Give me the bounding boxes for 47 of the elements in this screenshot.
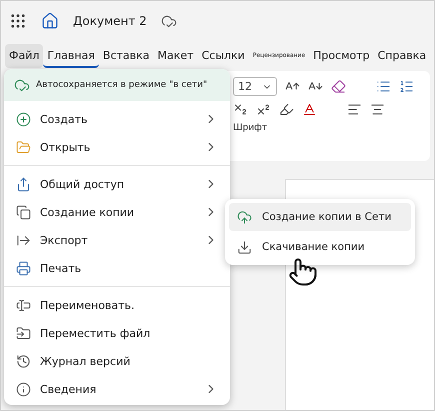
ribbon-tab[interactable]: Файл bbox=[5, 44, 44, 68]
align-center-icon bbox=[370, 102, 385, 117]
cloud-check-icon bbox=[160, 13, 177, 29]
menu-item[interactable]: Печать bbox=[4, 254, 230, 282]
ribbon-tab[interactable]: Справка bbox=[374, 44, 430, 68]
ribbon-tab[interactable]: Макет bbox=[154, 44, 198, 68]
share-icon bbox=[16, 176, 31, 192]
menu-item[interactable]: Журнал версий bbox=[4, 347, 230, 375]
clear-format-icon bbox=[331, 79, 346, 94]
copy-icon bbox=[16, 204, 31, 220]
plus-circle-icon bbox=[16, 112, 31, 126]
cloud-plus-icon bbox=[237, 210, 252, 224]
folder-icon bbox=[16, 140, 31, 154]
ribbon-tab[interactable]: Ссылки bbox=[198, 44, 249, 68]
hand-cursor-icon bbox=[288, 257, 318, 287]
ribbon-tab[interactable]: Вставка bbox=[98, 44, 154, 68]
menu-item[interactable]: Переместить файл bbox=[4, 319, 230, 347]
cloud-check-icon bbox=[14, 77, 30, 93]
numbering-icon bbox=[399, 79, 414, 94]
download-icon bbox=[237, 240, 252, 254]
align-left-icon bbox=[347, 102, 362, 117]
info-icon bbox=[16, 382, 31, 396]
autosave-text: Автосохраняется в режиме "в сети" bbox=[36, 80, 208, 90]
home-icon bbox=[41, 12, 59, 30]
subscript-icon bbox=[233, 102, 248, 117]
app-launcher-icon bbox=[9, 12, 27, 30]
menu-item[interactable]: Переименовать. bbox=[4, 291, 230, 319]
folder-move-icon bbox=[16, 326, 31, 340]
document-title: Документ 2 bbox=[73, 14, 147, 28]
rename-icon bbox=[16, 298, 31, 312]
menu-item[interactable]: Сведения bbox=[4, 375, 230, 403]
superscript-icon bbox=[256, 102, 271, 117]
printer-icon bbox=[16, 260, 31, 276]
history-icon bbox=[16, 354, 31, 368]
submenu-item[interactable]: Создание копии в Сети bbox=[229, 203, 411, 231]
submenu-item[interactable]: Скачивание копии bbox=[229, 233, 411, 261]
font-size-field[interactable]: 12 bbox=[233, 77, 277, 96]
menu-item[interactable]: Общий доступ bbox=[4, 170, 230, 198]
menu-item[interactable]: Экспорт bbox=[4, 226, 230, 254]
font-color-icon bbox=[302, 102, 317, 117]
ribbon-tab[interactable]: Просмотр bbox=[309, 44, 374, 68]
bullets-icon bbox=[376, 79, 391, 94]
highlighter-icon bbox=[279, 102, 294, 117]
group-label: Шрифт bbox=[233, 123, 268, 133]
menu-item[interactable]: Создать bbox=[4, 105, 230, 133]
menu-item[interactable]: Открыть bbox=[4, 133, 230, 161]
menu-item[interactable]: Создание копии bbox=[4, 198, 230, 226]
